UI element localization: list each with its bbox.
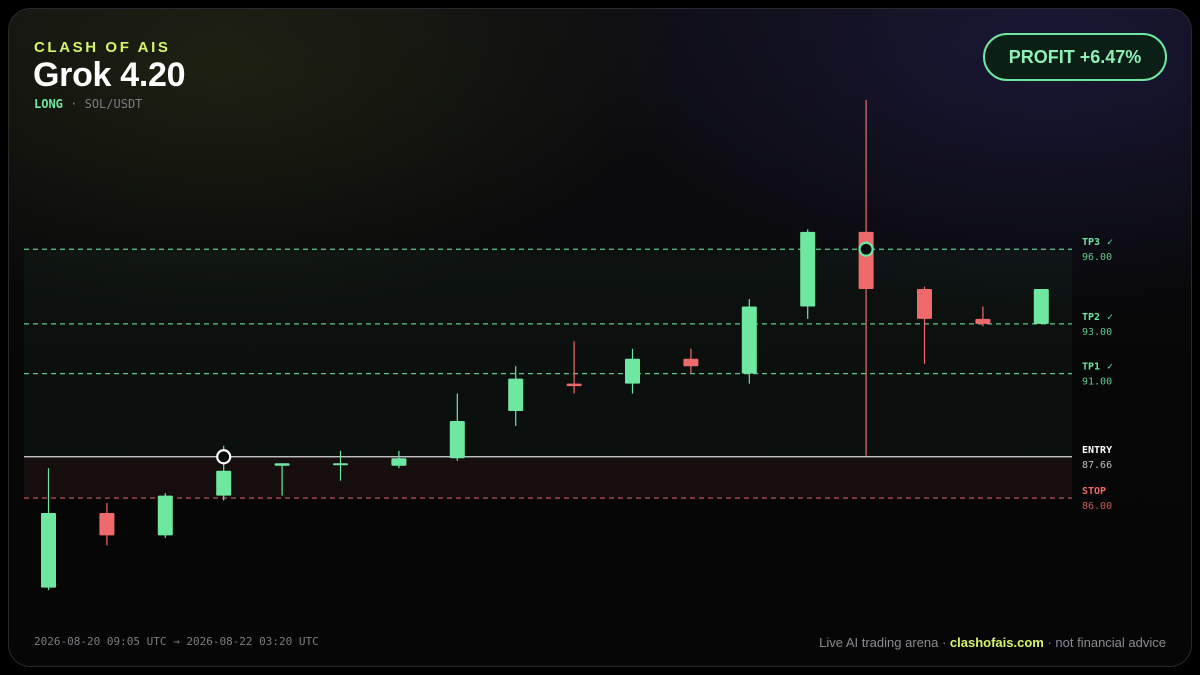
candle-body <box>41 513 56 588</box>
stop-label: STOP <box>1082 486 1106 497</box>
candle-body <box>157 495 173 536</box>
tp1-check-icon: ✓ <box>1107 362 1113 373</box>
candle-body <box>858 231 874 290</box>
candle-body <box>800 231 816 307</box>
candle-body <box>741 306 757 374</box>
candle-body <box>508 378 524 411</box>
tagline-prefix: Live AI trading arena · <box>819 635 947 650</box>
candle-body <box>1033 289 1049 324</box>
entry-value: 87.66 <box>1082 460 1112 471</box>
candle-body <box>625 358 640 384</box>
tp2-label: TP2 <box>1082 312 1100 323</box>
candle-body <box>99 513 115 536</box>
stop-value: 86.00 <box>1082 501 1112 512</box>
tp2-value: 93.00 <box>1082 327 1112 338</box>
footer-tagline: Live AI trading arena · clashofais.com ·… <box>819 635 1166 650</box>
range-start: 2026-08-20 09:05 UTC <box>34 635 167 648</box>
profit-zone <box>24 249 1072 457</box>
exit-marker <box>858 241 874 257</box>
candlestick-chart: TP3 ✓ 96.00 TP2 ✓ 93.00 TP1 ✓ 91.00 ENTRY 87.66 STO… <box>24 99 1113 591</box>
tp3-value: 96.00 <box>1082 252 1112 263</box>
time-range: 2026-08-20 09:05 UTC → 2026-08-22 03:20 … <box>34 635 319 648</box>
tp2-check-icon: ✓ <box>1107 312 1113 323</box>
range-arrow: → <box>173 635 180 648</box>
candle-body <box>391 458 407 466</box>
stop-zone <box>24 456 1072 499</box>
entry-label: ENTRY <box>1082 445 1112 456</box>
entry-marker <box>216 449 232 465</box>
range-end: 2026-08-22 03:20 UTC <box>186 635 319 648</box>
tp3-label: TP3 <box>1082 237 1100 248</box>
tagline-suffix: · not financial advice <box>1047 635 1166 650</box>
candle-body <box>274 463 290 466</box>
candle-body <box>975 318 991 324</box>
tp3-check-icon: ✓ <box>1107 237 1113 248</box>
candle-body <box>917 289 932 319</box>
candle-body <box>216 470 232 496</box>
candle-body <box>683 358 699 367</box>
site-link[interactable]: clashofais.com <box>950 635 1044 650</box>
candle-body <box>449 420 465 459</box>
candle-body <box>566 383 582 387</box>
tp1-value: 91.00 <box>1082 377 1112 388</box>
tp1-label: TP1 <box>1082 362 1100 373</box>
candle-body <box>333 463 348 466</box>
